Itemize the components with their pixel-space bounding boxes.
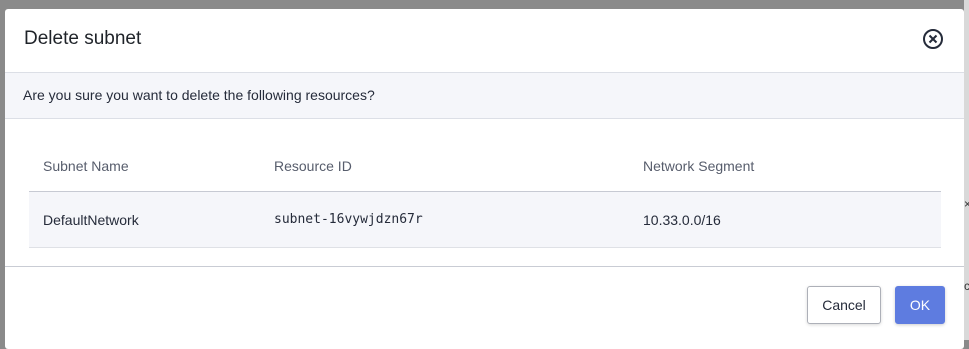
backdrop-glyph: × [964,197,969,211]
column-header-resource-id: Resource ID [274,157,352,174]
ok-button[interactable]: OK [895,286,945,324]
cell-subnet-name: DefaultNetwork [43,211,139,228]
cell-resource-id: subnet-16vywjdzn67r [274,212,423,227]
table-header: Subnet Name Resource ID Network Segment [29,140,941,192]
dialog-title: Delete subnet [24,28,142,49]
resources-table: Subnet Name Resource ID Network Segment … [29,140,941,248]
cancel-button[interactable]: Cancel [807,286,881,324]
dialog-header: Delete subnet [5,9,964,73]
footer-divider [5,266,964,267]
confirm-message: Are you sure you want to delete the foll… [5,73,964,119]
column-header-network-segment: Network Segment [643,157,755,174]
cell-network-segment: 10.33.0.0/16 [643,211,721,228]
delete-subnet-dialog: Delete subnet Are you sure you want to d… [5,9,964,349]
column-header-subnet-name: Subnet Name [43,157,129,174]
close-icon[interactable] [922,28,944,50]
backdrop-glyph: c [964,279,969,293]
table-row: DefaultNetwork subnet-16vywjdzn67r 10.33… [29,192,941,248]
